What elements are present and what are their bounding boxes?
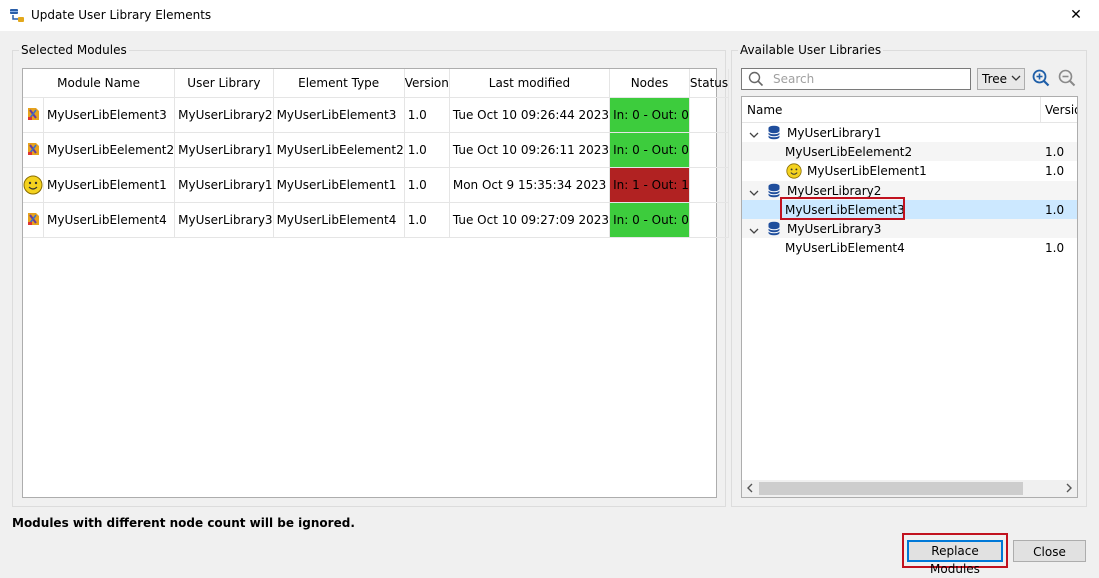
cell-element-type: MyUserLibEelement2 [273,132,405,168]
table-row[interactable]: MyUserLibElement4 MyUserLibrary3 MyUserLib… [23,202,730,238]
cell-module-name: MyUserLibElement1 [43,167,176,203]
chevron-down-icon[interactable] [749,190,759,197]
row-icon-cell [23,167,44,203]
column-header-nodes[interactable]: Nodes [609,69,690,98]
tree-node-version: 1.0 [1045,241,1065,256]
column-header-element-type[interactable]: Element Type [273,69,405,98]
search-placeholder: Search [773,72,815,86]
tree-header-name[interactable]: Name [747,103,782,117]
cell-user-library: MyUserLibrary3 [174,202,274,238]
cell-last-modified: Tue Oct 10 09:27:09 2023 [449,202,611,238]
column-header-status[interactable]: Status [689,69,730,98]
column-header-last-modified[interactable]: Last modified [449,69,611,98]
window-title: Update User Library Elements [31,8,212,22]
smiley-icon [786,163,802,179]
cell-module-name: MyUserLibElement4 [43,202,176,238]
node-count-warning: Modules with different node count will b… [12,516,355,530]
cell-element-type: MyUserLibElement3 [273,97,405,133]
table-row[interactable]: MyUserLibElement3 MyUserLibrary2 MyUserLib… [23,97,730,133]
search-icon [748,71,764,87]
tree-node-label: MyUserLibrary1 [787,126,882,140]
cell-element-type: MyUserLibElement4 [273,202,405,238]
cell-nodes: In: 0 - Out: 0 [609,202,690,238]
selected-modules-table[interactable]: Module Name User Library Element Type Ve… [22,68,730,498]
cell-last-modified: Tue Oct 10 09:26:44 2023 [449,97,611,133]
cell-status [689,202,730,238]
tree-element-node[interactable]: MyUserLibElement4 1.0 [742,238,1077,257]
zoom-in-icon[interactable] [1032,69,1050,87]
database-icon [768,221,780,236]
cell-nodes: In: 0 - Out: 0 [609,97,690,133]
cell-nodes: In: 0 - Out: 0 [609,132,690,168]
module-icon [28,212,39,225]
tree-library-node[interactable]: MyUserLibrary3 [742,219,1077,238]
replace-modules-button[interactable]: Replace Modules [907,540,1003,576]
cell-module-name: MyUserLibEelement2 [43,132,176,168]
database-icon [768,183,780,197]
chevron-down-icon [1011,75,1021,81]
chevron-down-icon[interactable] [749,228,759,235]
tree-node-label: MyUserLibEelement2 [785,145,913,160]
library-update-icon [10,9,24,22]
tree-horizontal-scrollbar[interactable] [742,480,1077,497]
module-icon [28,107,39,120]
cell-last-modified: Tue Oct 10 09:26:11 2023 [449,132,611,168]
tree-header-version[interactable]: Versio [1045,103,1077,117]
row-icon-cell [23,202,44,238]
view-mode-select[interactable]: Tree [977,68,1025,90]
table-row[interactable]: MyUserLibEelement2 MyUserLibrary1 MyUserLi… [23,132,730,168]
tree-node-label: MyUserLibElement4 [785,241,905,256]
cell-version: 1.0 [404,202,450,238]
selected-modules-label: Selected Modules [19,43,129,57]
module-icon [28,142,39,155]
cell-status [689,97,730,133]
table-row[interactable]: MyUserLibElement1 MyUserLibrary1 MyUserLib… [23,167,730,203]
database-icon [768,125,780,140]
scroll-left-icon[interactable] [746,483,754,493]
cell-status [689,132,730,168]
cell-last-modified: Mon Oct 9 15:35:34 2023 [449,167,611,203]
cell-version: 1.0 [404,167,450,203]
cell-user-library: MyUserLibrary1 [174,167,274,203]
tree-node-label: MyUserLibElement1 [807,164,927,179]
tree-library-node[interactable]: MyUserLibrary1 [742,123,1077,142]
tree-node-label: MyUserLibrary3 [787,222,882,236]
tree-node-version: 1.0 [1045,202,1065,217]
cell-element-type: MyUserLibElement1 [273,167,405,203]
tree-node-version: 1.0 [1045,164,1065,179]
cell-version: 1.0 [404,97,450,133]
row-icon-cell [23,97,44,133]
window-close-button[interactable]: ✕ [1053,0,1099,31]
column-header-user-library[interactable]: User Library [174,69,274,98]
tree-element-node[interactable]: MyUserLibEelement2 1.0 [742,142,1077,162]
cell-module-name: MyUserLibElement3 [43,97,176,133]
close-button[interactable]: Close [1013,540,1086,562]
tree-header-divider [1040,97,1041,122]
cell-user-library: MyUserLibrary1 [174,132,274,168]
tree-node-version: 1.0 [1045,145,1065,160]
column-header-version[interactable]: Version [404,69,450,98]
zoom-out-icon[interactable] [1058,69,1076,87]
tree-node-label: MyUserLibrary2 [787,183,882,198]
view-mode-value: Tree [982,72,1008,86]
library-search-input[interactable]: Search [741,68,971,90]
title-bar: Update User Library Elements ✕ [0,0,1099,31]
selected-element-highlight [780,197,905,220]
smiley-icon [23,175,43,195]
scrollbar-thumb[interactable] [759,482,1023,495]
cell-version: 1.0 [404,132,450,168]
row-icon-cell [23,132,44,168]
library-tree[interactable]: Name Versio MyUserLibrary1 MyUserLibEelem… [741,96,1078,498]
tree-header: Name Versio [742,97,1077,123]
cell-user-library: MyUserLibrary2 [174,97,274,133]
available-libraries-label: Available User Libraries [738,43,884,57]
chevron-down-icon[interactable] [749,132,759,139]
cell-nodes: In: 1 - Out: 1 [609,167,690,203]
scroll-right-icon[interactable] [1065,483,1073,493]
cell-status [689,167,730,203]
column-header-module-name[interactable]: Module Name [23,69,176,98]
table-header-row: Module Name User Library Element Type Ve… [23,69,730,98]
tree-element-node[interactable]: MyUserLibElement1 1.0 [742,161,1077,180]
